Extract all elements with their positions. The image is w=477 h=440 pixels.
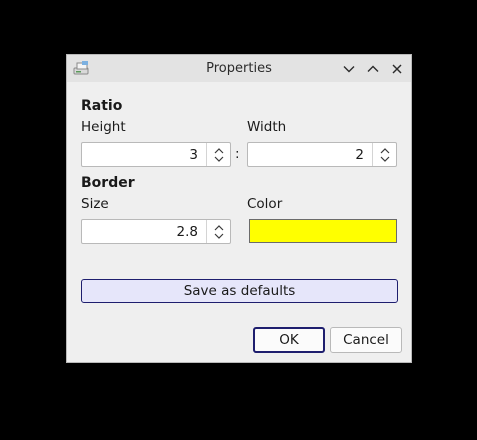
height-label: Height: [81, 119, 126, 135]
size-value: 2.8: [176, 224, 198, 240]
properties-dialog: Properties Ratio Height Width 3: 2 Bord…: [66, 54, 412, 363]
titlebar[interactable]: Properties: [67, 55, 411, 82]
border-heading: Border: [81, 175, 135, 191]
height-spinbox[interactable]: 3: [81, 142, 231, 167]
chevron-up-icon[interactable]: [363, 59, 383, 79]
chevron-down-icon[interactable]: [339, 59, 359, 79]
width-label: Width: [247, 119, 287, 135]
height-value: 3: [189, 147, 198, 163]
cancel-button[interactable]: Cancel: [330, 327, 402, 353]
ok-button[interactable]: OK: [253, 327, 325, 353]
size-label: Size: [81, 196, 109, 212]
width-value: 2: [355, 147, 364, 163]
color-swatch-button[interactable]: [249, 219, 397, 243]
spin-arrows-icon[interactable]: [206, 143, 230, 166]
color-label: Color: [247, 196, 283, 212]
window-title: Properties: [206, 61, 272, 76]
ratio-heading: Ratio: [81, 98, 123, 114]
width-spinbox[interactable]: 2: [247, 142, 397, 167]
ratio-separator: :: [235, 146, 240, 162]
spin-arrows-icon[interactable]: [372, 143, 396, 166]
save-as-defaults-button[interactable]: Save as defaults: [81, 279, 398, 303]
size-spinbox[interactable]: 2.8: [81, 219, 231, 244]
spin-arrows-icon[interactable]: [206, 220, 230, 243]
close-icon[interactable]: [387, 59, 407, 79]
